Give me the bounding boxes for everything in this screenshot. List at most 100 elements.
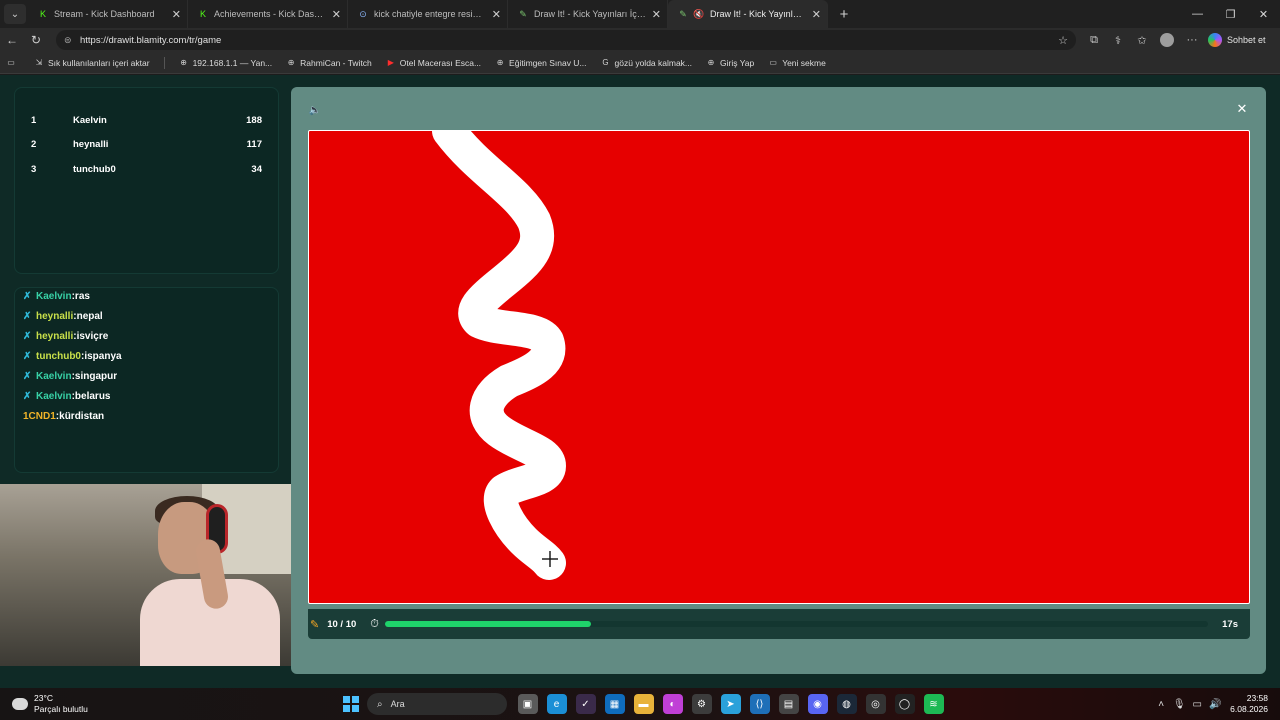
bookmark-label: Otel Macerası Esca... — [399, 57, 482, 68]
import-icon: ⇲ — [35, 58, 43, 67]
chat-message: ✗ Kaelvin: singapur — [23, 366, 270, 386]
taskbar-search[interactable]: ⌕ Ara — [367, 693, 507, 715]
bookmarks-menu-icon[interactable]: ▭ — [6, 58, 20, 68]
tab-icon: ▭ — [769, 58, 777, 67]
bookmark-item[interactable]: ⇲ Sık kullanılanları içeri aktar — [34, 58, 150, 68]
close-tab-icon[interactable]: ✕ — [332, 8, 341, 21]
correct-check-icon: ✗ — [23, 330, 32, 342]
bookmark-separator — [163, 56, 165, 69]
bookmark-item[interactable]: ⊕ 192.168.1.1 — Yan... — [179, 57, 273, 68]
copilot-icon — [1208, 33, 1222, 47]
favorites-icon[interactable]: ✩ — [1130, 34, 1154, 47]
browser-tab[interactable]: K Achievements - Kick Dashboard ✕ — [188, 0, 348, 28]
chat-username: heynalli — [36, 330, 74, 342]
leaderboard-row: 3 tunchub0 34 — [31, 157, 262, 182]
drawing-canvas[interactable] — [308, 130, 1250, 604]
profile-avatar[interactable] — [1160, 33, 1174, 47]
close-tab-icon[interactable]: ✕ — [492, 8, 501, 21]
address-input[interactable]: ⊜ https://drawit.blamity.com/tr/game ☆ — [56, 30, 1076, 50]
bookmark-item[interactable]: ⊕ Giriş Yap — [706, 58, 755, 68]
drawing-svg — [432, 131, 566, 580]
bookmark-list: ⇲ Sık kullanılanları içeri aktar ⊕ 192.168.… — [34, 56, 840, 69]
toolbar-actions: ⧉ ⚕ ✩ ··· Sohbet et — [1082, 33, 1266, 47]
tab-title: kick chatiyle entegre resim çizme — [374, 9, 486, 19]
minimize-icon[interactable]: — — [1181, 0, 1214, 28]
settings-icon[interactable]: ⚙ — [691, 694, 712, 714]
close-tab-icon[interactable]: ✕ — [812, 8, 821, 21]
task-view-icon[interactable]: ▣ — [517, 694, 538, 714]
chat-text: singapur — [74, 370, 118, 382]
speaker-icon[interactable]: 🔊 — [1206, 699, 1224, 710]
new-tab-button[interactable]: + — [832, 6, 856, 23]
browser-essentials-icon[interactable]: ⚕ — [1106, 34, 1130, 47]
start-icon[interactable] — [343, 696, 359, 712]
copilot-app-icon[interactable]: ◐ — [662, 694, 683, 714]
chat-message: ✗ tunchub0: ispanya — [23, 346, 270, 366]
telegram-icon[interactable]: ➤ — [720, 694, 741, 714]
close-game-icon[interactable]: ✕ — [1234, 101, 1250, 117]
chat-text: ras — [74, 290, 90, 302]
close-tab-icon[interactable]: ✕ — [652, 8, 661, 21]
edge-icon[interactable]: e — [546, 694, 567, 714]
browser-tab[interactable]: ✎ 🔇 Draw It! - Kick Yayınları İçin Çi ✕ — [668, 0, 828, 28]
bookmark-item[interactable]: ▶ Otel Macerası Esca... — [386, 58, 481, 68]
display-icon[interactable]: ▭ — [1188, 699, 1206, 710]
steam-icon[interactable]: ◍ — [836, 694, 857, 714]
terminal-icon[interactable]: ✓ — [575, 694, 596, 714]
muted-speaker-icon[interactable]: 🔇 — [693, 9, 704, 19]
chat-username: Kaelvin — [36, 370, 72, 382]
bookmark-item[interactable]: ⊕ RahmiCan - Twitch — [286, 58, 372, 68]
favorite-star-icon[interactable]: ☆ — [1058, 34, 1068, 47]
timer-icon: ⏱ — [370, 617, 379, 630]
taskbar-apps: ⌕ Ara ▣ e ✓ ▦ ▬ ◐ ⚙ ➤ ⟨⟩ ▤ ◉ ◍ ◎ ◯ ≋ — [335, 688, 948, 720]
windows-taskbar: 23°C Parçalı bulutlu ⌕ Ara ▣ e ✓ ▦ ▬ ◐ ⚙… — [0, 688, 1280, 720]
refresh-icon[interactable]: ↻ — [24, 28, 48, 52]
weather-widget[interactable]: 23°C Parçalı bulutlu — [12, 693, 88, 715]
chevron-up-icon[interactable]: ˄ — [1152, 699, 1170, 710]
bookmark-item[interactable]: Ggözü yolda kalmak... — [601, 58, 692, 68]
discord-icon[interactable]: ◉ — [807, 694, 828, 714]
copilot-button[interactable]: Sohbet et — [1208, 33, 1266, 47]
extensions-icon[interactable]: ⧉ — [1082, 34, 1106, 47]
bookmark-label: Eğitimgen Sınav U... — [509, 57, 587, 68]
blamity-icon: ✎ — [519, 8, 527, 19]
store-icon[interactable]: ▦ — [604, 694, 625, 714]
tab-actions-menu-icon[interactable]: ⌄ — [4, 4, 26, 24]
more-options-icon[interactable]: ··· — [1180, 34, 1204, 46]
close-window-icon[interactable]: ✕ — [1247, 0, 1280, 28]
restore-icon[interactable]: ❐ — [1214, 0, 1247, 28]
chat-message: ✗ Kaelvin: ras — [23, 288, 270, 306]
file-explorer-icon[interactable]: ▬ — [633, 694, 654, 714]
bookmarks-bar: ▭ ⇲ Sık kullanılanları içeri aktar ⊕ 192.16… — [0, 52, 1280, 74]
microphone-icon[interactable]: 🎙 — [1170, 699, 1188, 710]
bookmark-item[interactable]: ⊕ Eğitimgen Sınav U... — [495, 57, 587, 68]
chat-text: ispanya — [84, 350, 122, 362]
taskbar-clock[interactable]: 23:58 6.08.2026 — [1230, 693, 1268, 715]
tab-title: Stream - Kick Dashboard — [54, 9, 155, 19]
bookmark-item[interactable]: ▭ Yeni sekme — [768, 58, 825, 68]
chat-guesses-panel: ✗ Kaelvin: ras ✗ heynalli: nepal ✗ heynalli: isv… — [14, 287, 279, 473]
vscode-icon[interactable]: ⟨⟩ — [749, 694, 770, 714]
browser-tab[interactable]: ✎ Draw It! - Kick Yayınları İçin Çizim ✕ — [508, 0, 668, 28]
browser-tab-strip: ⌄ K Stream - Kick Dashboard ✕ K Achievements… — [0, 0, 1280, 28]
correct-check-icon: ✗ — [23, 310, 32, 322]
drawit-game-page: 1 Kaelvin 188 2 heynalli 117 3 tunchub0 34 ✗ Kael… — [0, 75, 1280, 688]
browser-tab[interactable]: ⊙ kick chatiyle entegre resim çizme ✕ — [348, 0, 508, 28]
browser-tab[interactable]: K Stream - Kick Dashboard ✕ — [28, 0, 188, 28]
bookmark-label: 192.168.1.1 — Yan... — [192, 57, 273, 68]
chat-message: ✗ heynalli: isviçre — [23, 326, 270, 346]
leaderboard-rank: 3 — [31, 163, 37, 175]
globe-icon: ⊕ — [707, 58, 715, 67]
back-icon[interactable]: ← — [0, 28, 24, 52]
globe-icon: ⊕ — [496, 58, 504, 67]
blamity-icon: ✎ — [679, 8, 687, 19]
spotify-icon[interactable]: ≋ — [923, 694, 944, 714]
notepad-icon[interactable]: ▤ — [778, 694, 799, 714]
gaming-app-icon[interactable]: ◎ — [865, 694, 886, 714]
drawn-stroke — [432, 131, 566, 580]
close-tab-icon[interactable]: ✕ — [172, 8, 181, 21]
sound-toggle-icon[interactable]: 🔈 — [308, 103, 322, 117]
leaderboard-name: heynalli — [73, 139, 109, 151]
obs-icon[interactable]: ◯ — [894, 694, 915, 714]
site-info-icon[interactable]: ⊜ — [64, 35, 74, 46]
